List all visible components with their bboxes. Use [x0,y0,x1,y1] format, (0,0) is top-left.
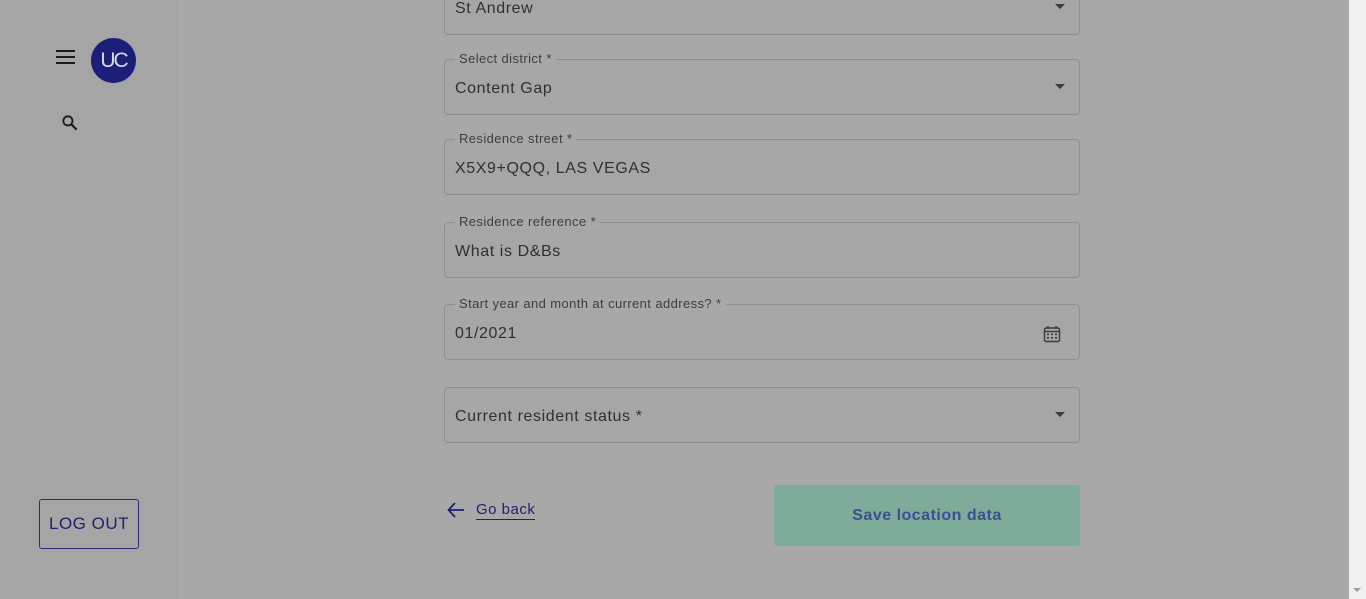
residence-reference-label: Residence reference * [455,214,601,229]
start-date-label: Start year and month at current address?… [455,296,726,311]
chevron-down-icon [1055,4,1065,9]
vertical-scrollbar[interactable] [1349,0,1366,599]
district-select-label: Select district * [455,51,556,66]
search-icon[interactable] [60,113,80,133]
logout-button[interactable]: LOG OUT [39,499,139,549]
resident-status-placeholder: Current resident status * [455,408,643,425]
residence-reference-value: What is D&Bs [455,243,561,260]
scroll-down-icon[interactable] [1353,588,1361,592]
sidebar: UC LOG OUT [0,0,178,599]
menu-icon[interactable] [56,50,77,68]
residence-street-label: Residence street * [455,131,577,146]
district-select[interactable]: Select district * Content Gap [444,51,1080,115]
go-back-link[interactable]: Go back [446,500,536,520]
start-date-value: 01/2021 [455,325,518,342]
go-back-label: Go back [476,500,536,520]
chevron-down-icon [1055,84,1065,89]
residence-street-field[interactable]: Residence street * X5X9+QQQ, LAS VEGAS [444,131,1080,195]
district-select-value: Content Gap [455,80,553,97]
avatar[interactable]: UC [91,38,136,83]
start-date-field[interactable]: Start year and month at current address?… [444,296,1080,360]
save-location-button[interactable]: Save location data [774,485,1080,546]
parish-select-value: St Andrew [455,0,534,17]
residence-reference-field[interactable]: Residence reference * What is D&Bs [444,214,1080,278]
chevron-down-icon [1055,412,1065,417]
arrow-left-icon [447,502,464,518]
residence-street-value: X5X9+QQQ, LAS VEGAS [455,160,651,177]
parish-select[interactable]: St Andrew [444,0,1080,35]
calendar-icon[interactable] [1043,325,1061,343]
resident-status-select[interactable]: Current resident status * [444,387,1080,443]
